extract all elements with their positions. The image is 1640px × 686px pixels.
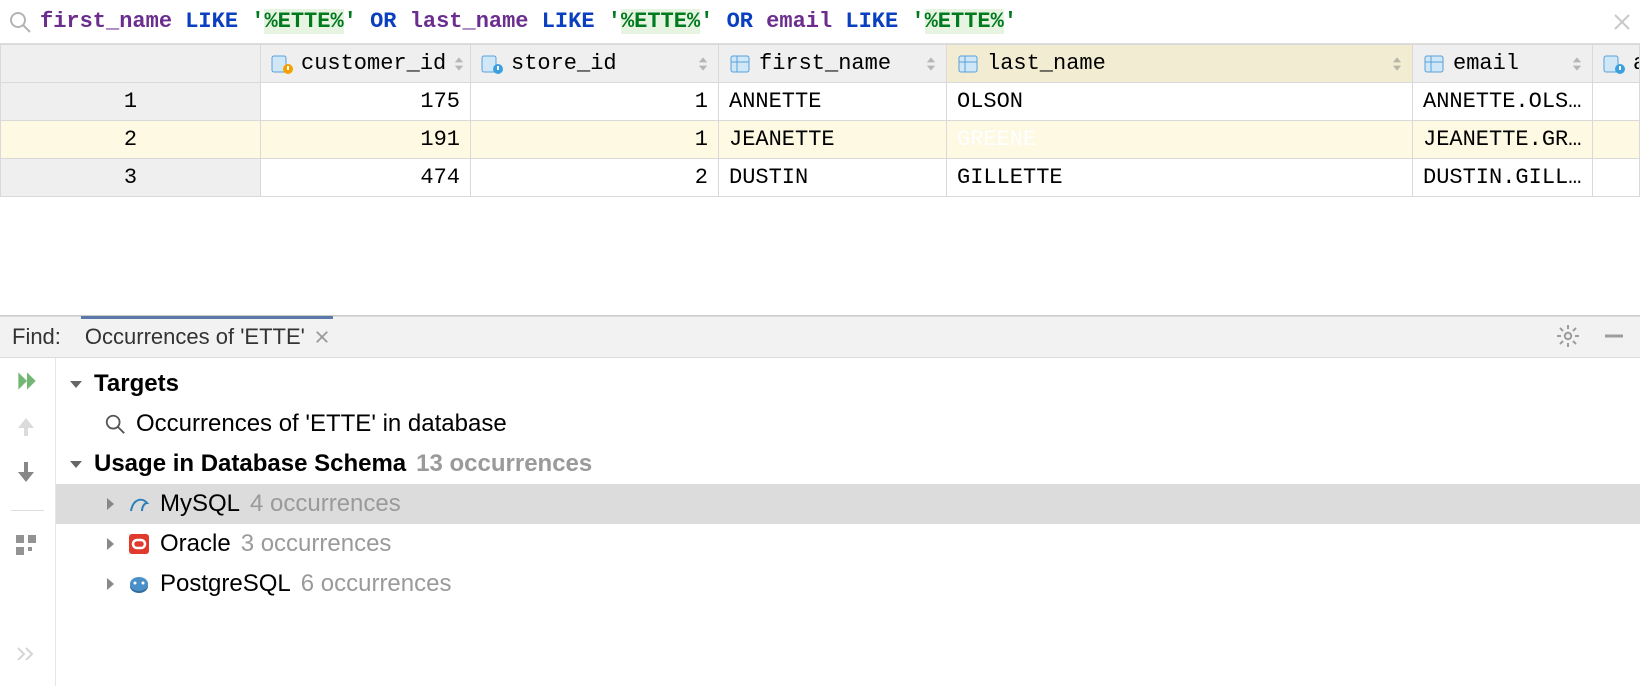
- chevron-down-icon: [68, 456, 84, 472]
- tree-db-postgresql[interactable]: PostgreSQL 6 occurrences: [56, 564, 1640, 604]
- more-icon[interactable]: [14, 646, 42, 674]
- find-results-tree[interactable]: Targets Occurrences of 'ETTE' in databas…: [56, 358, 1640, 686]
- tree-db-oracle[interactable]: Oracle 3 occurrences: [56, 524, 1640, 564]
- column-icon: [1423, 53, 1445, 75]
- targets-label: Targets: [94, 370, 179, 398]
- tree-targets-item[interactable]: Occurrences of 'ETTE' in database: [56, 404, 1640, 444]
- column-header-customer_id[interactable]: customer_id: [261, 45, 471, 83]
- cell-customer_id[interactable]: 175: [261, 83, 471, 121]
- find-tab[interactable]: Occurrences of 'ETTE': [81, 317, 333, 357]
- cell-email[interactable]: JEANETTE.GREENE@sakilacustomer.o…: [1413, 121, 1593, 159]
- close-tab-icon[interactable]: [315, 330, 329, 344]
- column-label: store_id: [511, 51, 617, 76]
- column-icon: [1603, 53, 1625, 75]
- column-label: addre: [1633, 51, 1640, 76]
- cell-first_name[interactable]: DUSTIN: [719, 159, 947, 197]
- find-panel-body: Targets Occurrences of 'ETTE' in databas…: [0, 358, 1640, 686]
- cell-email[interactable]: ANNETTE.OLSON@sakilacustomer.org: [1413, 83, 1593, 121]
- sort-icon[interactable]: [1572, 56, 1582, 72]
- chevron-down-icon: [68, 376, 84, 392]
- oracle-icon: [128, 533, 150, 555]
- tree-targets-header[interactable]: Targets: [56, 364, 1640, 404]
- cell-last_name[interactable]: GREENE: [947, 121, 1413, 159]
- table-row[interactable]: 11751ANNETTEOLSONANNETTE.OLSON@sakilacus…: [1, 83, 1640, 121]
- cell-last_name[interactable]: GILLETTE: [947, 159, 1413, 197]
- find-tab-label: Occurrences of 'ETTE': [85, 324, 305, 350]
- column-header-addre[interactable]: addre: [1593, 45, 1640, 83]
- cell-store_id[interactable]: 1: [471, 83, 719, 121]
- column-icon: [271, 53, 293, 75]
- sort-icon[interactable]: [926, 56, 936, 72]
- targets-desc: Occurrences of 'ETTE' in database: [136, 410, 507, 438]
- chevron-right-icon: [102, 536, 118, 552]
- mysql-icon: [128, 493, 150, 515]
- column-header-store_id[interactable]: store_id: [471, 45, 719, 83]
- search-icon: [104, 413, 126, 435]
- minimize-icon[interactable]: [1602, 324, 1628, 350]
- column-header-first_name[interactable]: first_name: [719, 45, 947, 83]
- usage-count: 13 occurrences: [416, 450, 592, 478]
- find-panel-header: Find: Occurrences of 'ETTE': [0, 316, 1640, 358]
- gear-icon[interactable]: [1556, 324, 1582, 350]
- arrow-down-icon[interactable]: [14, 460, 42, 488]
- column-label: first_name: [759, 51, 891, 76]
- cell-address[interactable]: [1593, 121, 1640, 159]
- cell-address[interactable]: [1593, 83, 1640, 121]
- postgres-icon: [128, 573, 150, 595]
- column-label: email: [1453, 51, 1519, 76]
- corner-cell: [1, 45, 261, 83]
- cell-email[interactable]: DUSTIN.GILLETTE@sakilacustomer.o…: [1413, 159, 1593, 197]
- search-icon: [8, 10, 32, 34]
- cell-first_name[interactable]: ANNETTE: [719, 83, 947, 121]
- column-header-last_name[interactable]: last_name: [947, 45, 1413, 83]
- tree-db-mysql[interactable]: MySQL 4 occurrences: [56, 484, 1640, 524]
- column-icon: [729, 53, 751, 75]
- sort-icon[interactable]: [698, 56, 708, 72]
- cell-last_name[interactable]: OLSON: [947, 83, 1413, 121]
- cell-customer_id[interactable]: 474: [261, 159, 471, 197]
- row-number: 1: [1, 83, 261, 121]
- rerun-icon[interactable]: [14, 368, 42, 396]
- layout-icon[interactable]: [14, 533, 42, 561]
- sort-icon[interactable]: [1392, 56, 1402, 72]
- filter-query[interactable]: first_name LIKE '%ETTE%' OR last_name LI…: [40, 9, 1604, 34]
- db-count: 6 occurrences: [301, 570, 452, 598]
- table-row[interactable]: 34742DUSTINGILLETTEDUSTIN.GILLETTE@sakil…: [1, 159, 1640, 197]
- cell-store_id[interactable]: 2: [471, 159, 719, 197]
- cell-customer_id[interactable]: 191: [261, 121, 471, 159]
- db-count: 4 occurrences: [250, 490, 401, 518]
- chevron-right-icon: [102, 496, 118, 512]
- db-label: Oracle: [160, 530, 231, 558]
- table-row[interactable]: 21911JEANETTEGREENEJEANETTE.GREENE@sakil…: [1, 121, 1640, 159]
- close-icon[interactable]: [1612, 12, 1632, 32]
- find-label: Find:: [12, 324, 61, 350]
- db-label: PostgreSQL: [160, 570, 291, 598]
- filter-bar: first_name LIKE '%ETTE%' OR last_name LI…: [0, 0, 1640, 44]
- chevron-right-icon: [102, 576, 118, 592]
- column-label: customer_id: [301, 51, 446, 76]
- arrow-up-icon[interactable]: [14, 414, 42, 442]
- sort-icon[interactable]: [454, 56, 464, 72]
- results-grid: customer_id store_id first_name last_name em…: [0, 44, 1640, 316]
- find-toolbar: [0, 358, 56, 686]
- column-icon: [481, 53, 503, 75]
- column-label: last_name: [987, 51, 1106, 76]
- cell-address[interactable]: [1593, 159, 1640, 197]
- row-number: 2: [1, 121, 261, 159]
- cell-first_name[interactable]: JEANETTE: [719, 121, 947, 159]
- cell-store_id[interactable]: 1: [471, 121, 719, 159]
- column-icon: [957, 53, 979, 75]
- db-count: 3 occurrences: [241, 530, 392, 558]
- db-label: MySQL: [160, 490, 240, 518]
- usage-label: Usage in Database Schema: [94, 450, 406, 478]
- tree-usage-header[interactable]: Usage in Database Schema 13 occurrences: [56, 444, 1640, 484]
- column-header-email[interactable]: email: [1413, 45, 1593, 83]
- row-number: 3: [1, 159, 261, 197]
